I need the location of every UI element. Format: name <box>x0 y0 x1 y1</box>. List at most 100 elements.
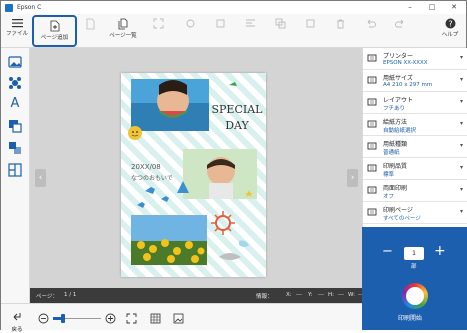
svg-text:?: ? <box>448 19 452 28</box>
layout-tool-icon <box>8 163 22 177</box>
paper-size-icon <box>367 76 377 84</box>
delete-button[interactable] <box>329 15 351 47</box>
sun-stamp[interactable] <box>128 126 142 140</box>
send-back-button[interactable] <box>299 15 321 47</box>
tool-stamp[interactable] <box>6 75 24 91</box>
fit-to-window-icon[interactable] <box>126 313 137 324</box>
date-text[interactable]: 20XX/08 <box>131 163 161 171</box>
close-icon[interactable]: ✕ <box>443 1 465 14</box>
bring-front-button[interactable] <box>269 15 291 47</box>
setting-label: 両面印刷 <box>383 185 408 192</box>
sun-doodle-stamp[interactable] <box>215 215 231 231</box>
tool-add-photo[interactable] <box>6 54 24 70</box>
print-page[interactable]: SPECIAL DAY 20XX/08 なつのおもいで <box>121 73 266 277</box>
help-icon: ? <box>445 18 455 29</box>
frame-icon <box>9 120 22 133</box>
undo-button[interactable] <box>359 15 381 47</box>
grid-icon[interactable] <box>150 313 161 324</box>
add-page-button[interactable]: ページ追加 <box>32 15 77 47</box>
chevron-down-icon: ▾ <box>459 98 463 105</box>
page-value: 1 / 1 <box>64 292 77 298</box>
redo-icon <box>394 19 403 28</box>
duplex-icon <box>367 186 377 194</box>
fit-button[interactable] <box>147 15 169 47</box>
h-label: H: <box>328 292 334 298</box>
copies-increase-button[interactable]: + <box>434 244 446 258</box>
trash-icon <box>336 19 344 29</box>
page-list-button[interactable]: ページ一覧 <box>105 15 141 47</box>
car-stamp[interactable] <box>219 253 241 260</box>
fit-icon <box>153 18 163 29</box>
w-label: W: <box>348 292 355 298</box>
tool-background[interactable] <box>6 140 24 156</box>
prev-page-arrow[interactable]: ‹ <box>35 169 46 187</box>
copies-unit: 部 <box>411 264 417 270</box>
next-page-arrow[interactable]: › <box>347 169 358 187</box>
text-tool-icon[interactable]: A <box>6 96 24 112</box>
window-title: Epson C <box>17 4 42 11</box>
chevron-down-icon: ▾ <box>459 142 463 149</box>
setting-row-5[interactable]: 印刷品質 標準 ▾ <box>363 158 467 180</box>
setting-row-6[interactable]: 両面印刷 オフ ▾ <box>363 180 467 202</box>
redo-button[interactable] <box>389 15 411 47</box>
setting-label: プリンター <box>383 53 414 60</box>
bring-front-icon <box>275 18 285 29</box>
back-arrow-icon <box>13 313 21 321</box>
menu-button[interactable]: ファイル <box>3 15 31 47</box>
app-window: Epson C – □ ✕ ファイル ページ追加 ページ一覧 ? ヘルプ A ‹… <box>0 0 467 333</box>
setting-value: フチあり <box>383 106 406 112</box>
bottom-bar: 戻る <box>1 303 362 333</box>
minimize-icon[interactable]: – <box>399 1 421 14</box>
setting-label: 印刷ページ <box>383 207 413 214</box>
setting-value: オフ <box>383 194 395 200</box>
h-value: --- <box>338 292 344 298</box>
zoom-out-icon[interactable] <box>38 313 49 324</box>
special-text-line1[interactable]: SPECIAL <box>212 103 264 116</box>
maximize-icon[interactable]: □ <box>421 1 443 14</box>
airplane-stamp[interactable] <box>145 187 155 194</box>
align-button[interactable] <box>239 15 261 47</box>
setting-value: すべてのページ <box>383 216 421 222</box>
zoom-slider-handle[interactable] <box>61 314 65 323</box>
tool-layout[interactable] <box>6 162 24 178</box>
align-icon <box>245 19 255 27</box>
setting-label: 印刷品質 <box>383 163 408 170</box>
stamp-icon <box>9 77 21 89</box>
setting-row-3[interactable]: 給紙方法 自動給紙選択 ▾ <box>363 114 467 136</box>
flip-button[interactable] <box>209 15 231 47</box>
chevron-down-icon: ▾ <box>459 54 463 61</box>
flip-icon <box>216 19 224 28</box>
copies-input[interactable]: 1 <box>404 247 424 260</box>
chevron-down-icon: ▾ <box>459 208 463 215</box>
page-list-icon <box>118 18 128 30</box>
x-value: --- <box>296 292 302 298</box>
setting-row-7[interactable]: 印刷ページすべてのページ ▾ <box>363 202 467 224</box>
caption-text[interactable]: なつのおもいで <box>131 175 173 182</box>
zoom-in-icon[interactable] <box>105 313 116 324</box>
print-start-icon <box>406 287 424 305</box>
y-value: --- <box>318 292 324 298</box>
setting-row-0[interactable]: プリンター EPSON XX-XXXX ▾ <box>363 48 467 70</box>
setting-row-1[interactable]: 用紙サイズ A4 210 x 297 mm ▾ <box>363 70 467 92</box>
page-label: ページ： <box>36 294 58 300</box>
special-text-line2[interactable]: DAY <box>225 119 249 132</box>
undo-icon <box>367 19 376 28</box>
duplicate-page-button[interactable] <box>79 15 101 47</box>
image-icon[interactable] <box>173 313 184 324</box>
info-label: 情報： <box>256 294 273 300</box>
help-button[interactable]: ? ヘルプ <box>437 15 463 47</box>
print-settings-panel: プリンター EPSON XX-XXXX ▾ 用紙サイズ A4 210 x 297 mm ▾… <box>362 48 467 227</box>
copies-decrease-button[interactable]: − <box>382 245 393 258</box>
tool-frame[interactable] <box>6 118 24 134</box>
paper-type-icon <box>367 142 377 150</box>
setting-row-4[interactable]: 用紙種類 普通紙 ▾ <box>363 136 467 158</box>
rotate-button[interactable] <box>179 15 201 47</box>
setting-value: 自動給紙選択 <box>383 128 417 134</box>
print-start-button[interactable] <box>402 283 428 309</box>
bird-stamp[interactable] <box>229 82 237 86</box>
setting-row-2[interactable]: レイアウト フチあり ▾ <box>363 92 467 114</box>
back-button[interactable]: 戻る <box>7 306 27 333</box>
print-pages-icon <box>367 208 377 216</box>
setting-value: EPSON XX-XXXX <box>383 60 428 66</box>
chevron-down-icon: ▾ <box>459 120 463 127</box>
